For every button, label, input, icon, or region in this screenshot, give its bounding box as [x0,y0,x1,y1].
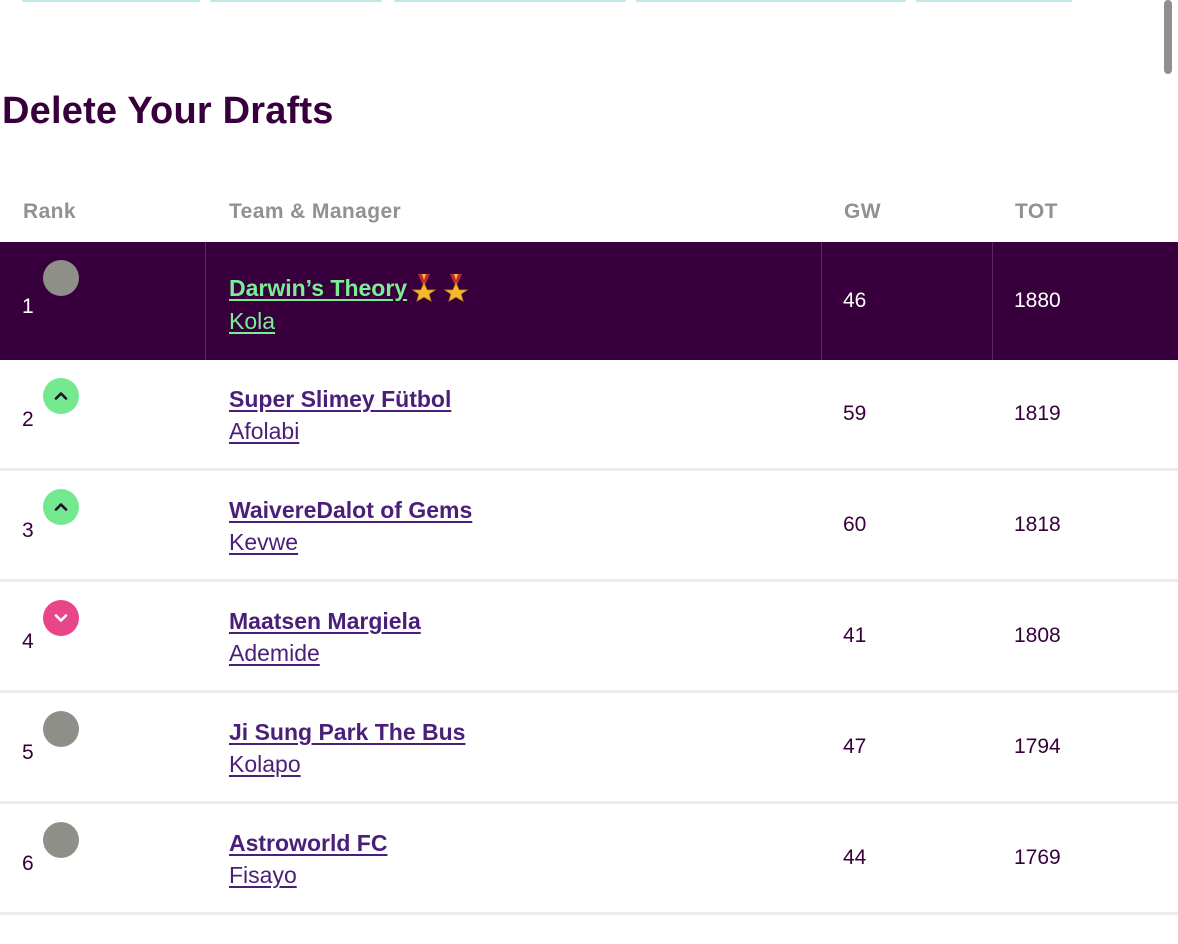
rank-number: 1 [22,295,34,318]
rank-number: 5 [22,741,34,764]
team-name-link[interactable]: Super Slimey Fütbol [229,386,451,413]
top-tab-4[interactable] [636,0,906,2]
header-tot[interactable]: TOT [1015,200,1058,224]
total-points: 1880 [1014,289,1061,312]
gameweek-points: 46 [843,289,867,312]
table-row[interactable]: 4 Maatsen Margiela Ademide 41 1808 [0,582,1178,693]
team-name: Maatsen Margiela [229,608,421,634]
header-team-manager[interactable]: Team & Manager [229,200,401,224]
team-name: Super Slimey Fütbol [229,386,452,412]
header-rank[interactable]: Rank [23,200,76,224]
table-body: 1 Darwin’s Theory Kola 46 1880 2 Super Slimey … [0,242,1178,915]
scrollbar-thumb[interactable] [1164,0,1172,74]
top-tab-strip [0,0,1100,3]
table-row[interactable]: 1 Darwin’s Theory Kola 46 1880 [0,242,1178,360]
chevron-up-icon [43,489,79,525]
team-name: Darwin’s Theory [229,275,408,302]
total-points: 1769 [1014,846,1061,869]
no-change-icon [43,711,79,747]
team-name: Astroworld FC [229,830,388,856]
rank-number: 6 [22,852,34,875]
manager-name-link[interactable]: Kola [229,308,275,335]
total-points: 1818 [1014,513,1061,536]
medal-icon [441,272,471,308]
team-name: WaivereDalot of Gems [229,497,473,523]
top-tab-5[interactable] [916,0,1072,2]
gameweek-points: 47 [843,735,867,758]
table-row[interactable]: 2 Super Slimey Fütbol Afolabi 59 1819 [0,360,1178,471]
table-header: Rank Team & Manager GW TOT [0,188,1178,242]
team-name: Ji Sung Park The Bus [229,719,466,745]
gameweek-points: 59 [843,402,867,425]
no-change-icon [43,822,79,858]
chevron-up-icon [43,378,79,414]
cell-divider [821,242,822,360]
team-name-link[interactable]: Maatsen Margiela [229,608,421,635]
table-row[interactable]: 3 WaivereDalot of Gems Kevwe 60 1818 [0,471,1178,582]
table-row[interactable]: 5 Ji Sung Park The Bus Kolapo 47 1794 [0,693,1178,804]
league-table: Rank Team & Manager GW TOT 1 Darwin’s The… [0,188,1178,915]
total-points: 1808 [1014,624,1061,647]
manager-name-link[interactable]: Fisayo [229,862,297,889]
no-change-icon [43,260,79,296]
rank-number: 4 [22,630,34,653]
top-tab-1[interactable] [22,0,200,2]
gameweek-points: 44 [843,846,867,869]
top-tab-2[interactable] [210,0,382,2]
total-points: 1794 [1014,735,1061,758]
cell-divider [992,242,993,360]
top-tab-3[interactable] [394,0,626,2]
gameweek-points: 60 [843,513,867,536]
manager-name-link[interactable]: Kevwe [229,529,298,556]
chevron-down-icon [43,600,79,636]
gameweek-points: 41 [843,624,867,647]
manager-name-link[interactable]: Ademide [229,640,320,667]
team-name-link[interactable]: Darwin’s Theory [229,272,471,308]
rank-number: 2 [22,408,34,431]
page-title: Delete Your Drafts [2,90,334,132]
manager-name-link[interactable]: Kolapo [229,751,301,778]
table-row[interactable]: 6 Astroworld FC Fisayo 44 1769 [0,804,1178,915]
team-name-link[interactable]: Ji Sung Park The Bus [229,719,465,746]
team-name-link[interactable]: Astroworld FC [229,830,387,857]
medal-icon [409,272,439,308]
cell-divider [205,242,206,360]
rank-number: 3 [22,519,34,542]
manager-name-link[interactable]: Afolabi [229,418,299,445]
total-points: 1819 [1014,402,1061,425]
header-gw[interactable]: GW [844,200,881,224]
team-name-link[interactable]: WaivereDalot of Gems [229,497,472,524]
